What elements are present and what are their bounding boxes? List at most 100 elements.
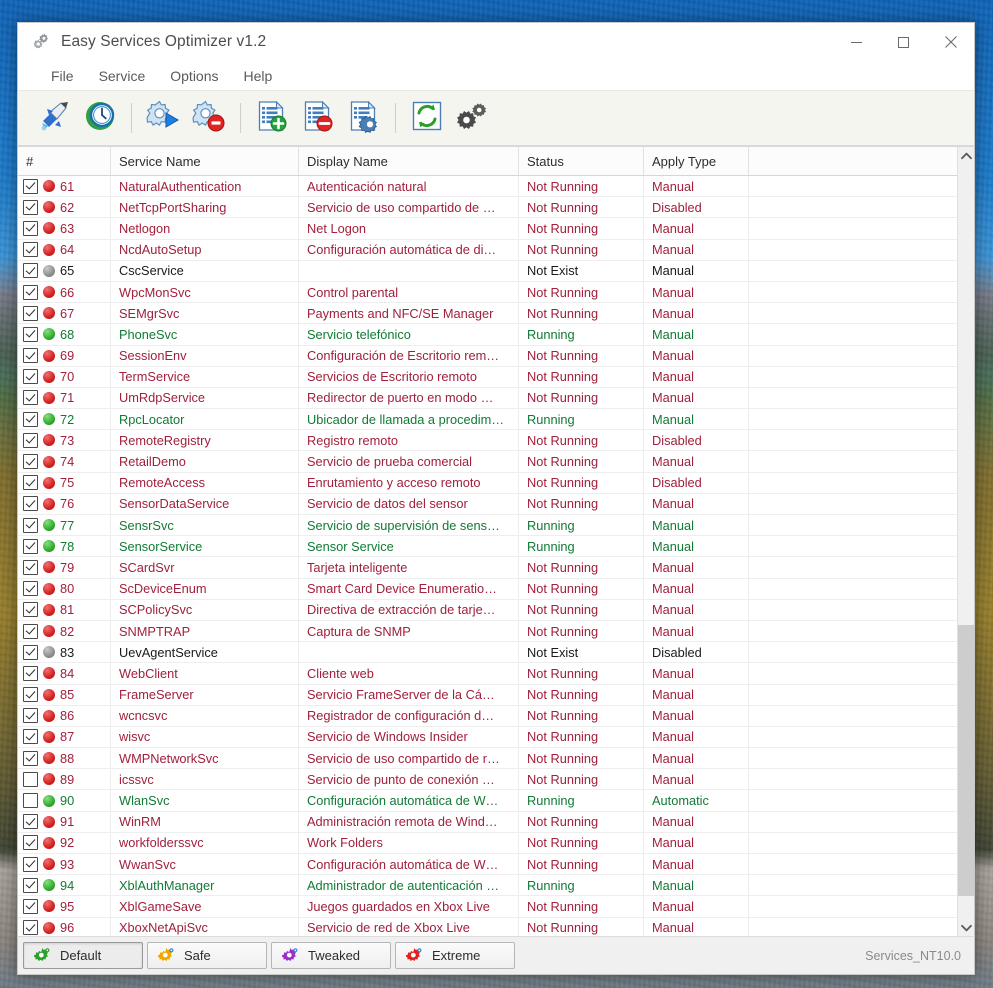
- table-row[interactable]: 70 TermService Servicios de Escritorio rem…: [18, 366, 974, 388]
- table-row[interactable]: 72 RpcLocator Ubicador de llamada a proced…: [18, 409, 974, 431]
- column-header-apply-type[interactable]: Apply Type: [644, 147, 749, 175]
- row-checkbox[interactable]: [23, 856, 38, 872]
- optimize-rocket-button[interactable]: [32, 96, 76, 140]
- table-row[interactable]: 66 WpcMonSvc Control parental Not Running Ma…: [18, 281, 974, 304]
- table-row[interactable]: 85 FrameServer Servicio FrameServer de la …: [18, 684, 974, 706]
- table-row[interactable]: 80 ScDeviceEnum Smart Card Device Enumerat…: [18, 578, 974, 600]
- column-header-status[interactable]: Status: [519, 147, 644, 175]
- row-checkbox[interactable]: [23, 475, 38, 491]
- table-row[interactable]: 94 XblAuthManager Administrador de autenti…: [18, 875, 974, 897]
- row-checkbox[interactable]: [23, 305, 38, 321]
- menu-item-help[interactable]: Help: [233, 65, 284, 87]
- table-row[interactable]: 91 WinRM Administración remota de Wind… Not…: [18, 811, 974, 833]
- row-checkbox[interactable]: [23, 729, 38, 745]
- table-row[interactable]: 76 SensorDataService Servicio de datos del…: [18, 493, 974, 515]
- scrollbar-track[interactable]: [958, 164, 974, 919]
- scrollbar-thumb[interactable]: [958, 624, 974, 897]
- close-button[interactable]: [927, 23, 974, 61]
- table-row[interactable]: 95 XblGameSave Juegos guardados en Xbox Li…: [18, 896, 974, 918]
- start-service-button[interactable]: [141, 96, 185, 140]
- row-checkbox[interactable]: [23, 348, 38, 364]
- row-checkbox[interactable]: [23, 369, 38, 385]
- add-service-button[interactable]: [250, 96, 294, 140]
- table-row[interactable]: 87 wisvc Servicio de Windows Insider Not Ru…: [18, 726, 974, 749]
- row-checkbox[interactable]: [23, 771, 38, 787]
- row-checkbox[interactable]: [23, 411, 38, 427]
- row-checkbox[interactable]: [23, 496, 38, 512]
- settings-button[interactable]: [451, 96, 495, 140]
- vertical-scrollbar[interactable]: [957, 147, 974, 936]
- row-checkbox[interactable]: [23, 877, 38, 893]
- row-checkbox[interactable]: [23, 814, 38, 830]
- row-checkbox[interactable]: [23, 326, 38, 342]
- stop-service-button[interactable]: [187, 96, 231, 140]
- row-checkbox[interactable]: [23, 708, 38, 724]
- menu-item-file[interactable]: File: [40, 65, 85, 87]
- row-checkbox[interactable]: [23, 665, 38, 681]
- preset-safe-button[interactable]: Safe: [147, 942, 267, 969]
- row-checkbox[interactable]: [23, 199, 38, 215]
- menu-item-options[interactable]: Options: [159, 65, 229, 87]
- row-checkbox[interactable]: [23, 750, 38, 766]
- table-row[interactable]: 64 NcdAutoSetup Configuración automática d…: [18, 239, 974, 261]
- preset-default-button[interactable]: Default: [23, 942, 143, 969]
- row-checkbox[interactable]: [23, 454, 38, 470]
- table-row[interactable]: 92 workfolderssvc Work Folders Not Running M…: [18, 832, 974, 854]
- table-row[interactable]: 83 UevAgentService Not Exist Disabled: [18, 642, 974, 664]
- row-checkbox[interactable]: [23, 793, 38, 809]
- menu-item-service[interactable]: Service: [88, 65, 157, 87]
- table-row[interactable]: 65 CscService Not Exist Manual: [18, 260, 974, 282]
- row-checkbox[interactable]: [23, 178, 38, 194]
- row-checkbox[interactable]: [23, 581, 38, 597]
- row-checkbox[interactable]: [23, 644, 38, 660]
- row-checkbox[interactable]: [23, 263, 38, 279]
- row-checkbox[interactable]: [23, 220, 38, 236]
- table-row[interactable]: 69 SessionEnv Configuración de Escritorio …: [18, 345, 974, 367]
- table-row[interactable]: 71 UmRdpService Redirector de puerto en mo…: [18, 387, 974, 410]
- scroll-up-icon[interactable]: [958, 147, 974, 164]
- table-row[interactable]: 90 WlanSvc Configuración automática de W… R…: [18, 790, 974, 812]
- table-row[interactable]: 89 icssvc Servicio de punto de conexión … N…: [18, 769, 974, 791]
- table-row[interactable]: 63 Netlogon Net Logon Not Running Manual: [18, 218, 974, 240]
- table-row[interactable]: 86 wcncsvc Registrador de configuración d……: [18, 705, 974, 727]
- row-checkbox[interactable]: [23, 835, 38, 851]
- table-row[interactable]: 82 SNMPTRAP Captura de SNMP Not Running Manu…: [18, 620, 974, 643]
- row-checkbox[interactable]: [23, 898, 38, 914]
- table-row[interactable]: 68 PhoneSvc Servicio telefónico Running Manu…: [18, 324, 974, 346]
- table-row[interactable]: 67 SEMgrSvc Payments and NFC/SE Manager Not…: [18, 303, 974, 325]
- refresh-button[interactable]: [405, 96, 449, 140]
- table-row[interactable]: 73 RemoteRegistry Registro remoto Not Runni…: [18, 430, 974, 452]
- row-checkbox[interactable]: [23, 687, 38, 703]
- remove-service-button[interactable]: [296, 96, 340, 140]
- row-checkbox[interactable]: [23, 432, 38, 448]
- column-header-service-name[interactable]: Service Name: [111, 147, 299, 175]
- table-row[interactable]: 88 WMPNetworkSvc Servicio de uso compartid…: [18, 748, 974, 770]
- preset-extreme-button[interactable]: Extreme: [395, 942, 515, 969]
- column-header-number[interactable]: #: [18, 147, 111, 175]
- table-row[interactable]: 77 SensrSvc Servicio de supervisión de sen…: [18, 515, 974, 537]
- row-checkbox[interactable]: [23, 242, 38, 258]
- row-checkbox[interactable]: [23, 623, 38, 639]
- table-row[interactable]: 81 SCPolicySvc Directiva de extracción de …: [18, 599, 974, 621]
- minimize-button[interactable]: [833, 23, 880, 61]
- table-row[interactable]: 84 WebClient Cliente web Not Running Manual: [18, 663, 974, 685]
- table-row[interactable]: 61 NaturalAuthentication Autenticación nat…: [18, 176, 974, 198]
- column-header-display-name[interactable]: Display Name: [299, 147, 519, 175]
- table-row[interactable]: 74 RetailDemo Servicio de prueba comercial…: [18, 451, 974, 473]
- restore-point-button[interactable]: [78, 96, 122, 140]
- row-checkbox[interactable]: [23, 920, 38, 936]
- preset-tweaked-button[interactable]: Tweaked: [271, 942, 391, 969]
- row-checkbox[interactable]: [23, 602, 38, 618]
- edit-service-button[interactable]: [342, 96, 386, 140]
- table-row[interactable]: 93 WwanSvc Configuración automática de W… N…: [18, 854, 974, 876]
- row-checkbox[interactable]: [23, 390, 38, 406]
- table-row[interactable]: 79 SCardSvr Tarjeta inteligente Not Running…: [18, 557, 974, 579]
- scroll-down-icon[interactable]: [958, 919, 974, 936]
- row-checkbox[interactable]: [23, 517, 38, 533]
- table-row[interactable]: 62 NetTcpPortSharing Servicio de uso compa…: [18, 197, 974, 219]
- maximize-button[interactable]: [880, 23, 927, 61]
- table-row[interactable]: 78 SensorService Sensor Service Running Manu…: [18, 536, 974, 558]
- row-checkbox[interactable]: [23, 538, 38, 554]
- table-row[interactable]: 96 XboxNetApiSvc Servicio de red de Xbox L…: [18, 917, 974, 936]
- row-checkbox[interactable]: [23, 559, 38, 575]
